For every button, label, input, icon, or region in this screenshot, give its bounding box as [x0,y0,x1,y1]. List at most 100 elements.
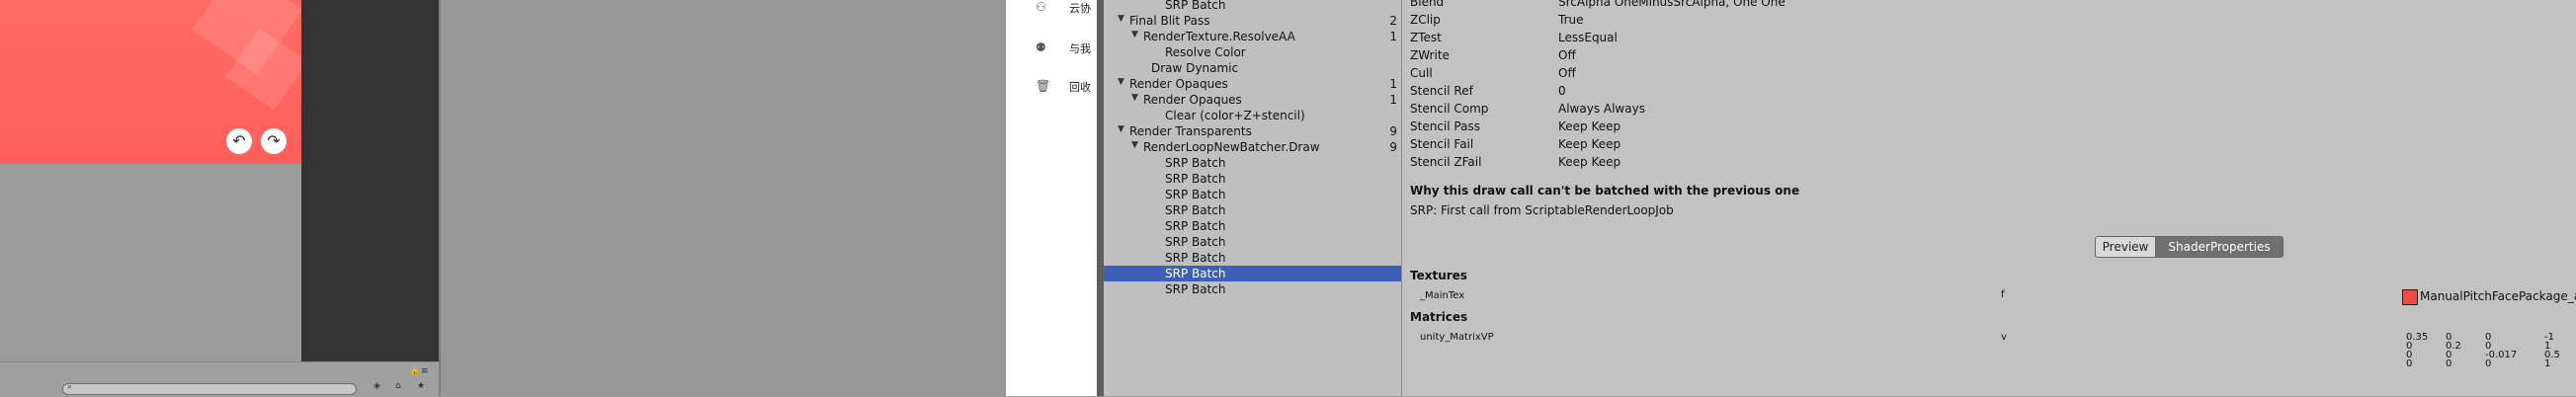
texture-thumbnail[interactable] [2402,289,2418,305]
file-item-label[interactable]: 云协 [1069,0,1091,16]
hierarchy-row-label: SRP Batch [1165,251,1226,265]
people-icon: ⚇ [1036,0,1046,14]
property-name: Stencil Comp [1410,102,1489,116]
hierarchy-row[interactable]: ▼ Render Opaques 1 [1104,92,1401,108]
tab-preview[interactable]: Preview [2095,236,2156,258]
property-value: True [1558,13,1584,27]
matrix-cell: 0 [2406,358,2413,369]
undo-button[interactable]: ↶ [226,128,252,154]
tab-shader-properties[interactable]: ShaderProperties [2155,236,2284,258]
property-value: Off [1558,66,1576,80]
hierarchy-row[interactable]: SRP Batch [1104,218,1401,234]
hierarchy-row-label: SRP Batch [1165,235,1226,249]
star-icon[interactable]: ★ [417,381,425,391]
expand-arrow-icon[interactable]: ▼ [1131,30,1138,40]
property-name: Stencil ZFail [1410,155,1482,169]
file-item-label[interactable]: 回收 [1069,79,1091,95]
texture-stage: f [2001,289,2005,300]
hierarchy-row[interactable]: SRP Batch [1104,187,1401,202]
hierarchy-row[interactable]: SRP Batch [1104,234,1401,250]
hierarchy-row[interactable]: Resolve Color [1104,44,1401,60]
hierarchy-row[interactable]: SRP Batch [1104,155,1401,171]
panel-edge [1097,0,1104,396]
tag-icon[interactable]: ⌂ [395,381,401,391]
property-name: ZTest [1410,31,1442,44]
batch-heading: Why this draw call can't be batched with… [1410,184,1800,198]
file-panel: ⚇ 云协 ⚉ 与我 🗑 回收 [1006,0,1097,396]
property-value: Always Always [1558,102,1645,116]
hierarchy-row-label: SRP Batch [1165,172,1226,186]
matrices-heading: Matrices [1410,310,1468,324]
hierarchy-row[interactable]: ▼ Render Transparents 9 [1104,123,1401,139]
hierarchy-row[interactable]: SRP Batch [1104,281,1401,297]
search-icon: ⌕ [67,382,73,392]
shared-user-icon: ⚉ [1036,40,1046,54]
hierarchy-row-count: 1 [1389,77,1397,91]
hierarchy-row[interactable]: SRP Batch [1104,202,1401,218]
hierarchy-row-count: 1 [1389,30,1397,43]
menu-icon[interactable]: ≡ [421,366,429,376]
hierarchy-row[interactable]: SRP Batch [1104,266,1401,281]
property-name: Stencil Pass [1410,119,1480,133]
matrix-cell: 0 [2485,358,2492,369]
hierarchy-row-label: Render Opaques [1129,77,1228,91]
hierarchy-row-label: Draw Dynamic [1151,61,1239,75]
expand-arrow-icon[interactable]: ▼ [1118,124,1124,134]
hierarchy-row-count: 1 [1389,93,1397,107]
lock-icon[interactable]: 🔒 [409,366,420,376]
property-value: Keep Keep [1558,137,1621,151]
expand-arrow-icon[interactable]: ▼ [1118,77,1124,87]
texture-name: _MainTex [1420,290,1465,301]
hierarchy-row[interactable]: ▼ RenderLoopNewBatcher.Draw 9 [1104,139,1401,155]
hierarchy-row[interactable]: ▼ Final Blit Pass 2 [1104,13,1401,29]
property-value: Keep Keep [1558,119,1621,133]
hierarchy-row[interactable]: SRP Batch [1104,250,1401,266]
property-value: 0 [1558,84,1566,98]
redo-icon: ↷ [267,131,281,150]
batch-reason: SRP: First call from ScriptableRenderLoo… [1410,203,1674,217]
redo-button[interactable]: ↷ [261,128,287,154]
hierarchy-row[interactable]: ▼ Render Opaques 1 [1104,76,1401,92]
hierarchy-row-label: SRP Batch [1165,219,1226,233]
hierarchy-row[interactable]: Draw Dynamic [1104,60,1401,76]
hierarchy-row-count: 9 [1389,124,1397,138]
property-value: Keep Keep [1558,155,1621,169]
matrix-cell: 0 [2446,358,2452,369]
hierarchy-row-label: SRP Batch [1165,282,1226,296]
hierarchy-row-label: SRP Batch [1165,156,1226,170]
hierarchy-row-label: SRP Batch [1165,267,1226,280]
expand-arrow-icon[interactable]: ▼ [1131,140,1138,150]
trash-icon: 🗑 [1036,79,1051,93]
property-value: LessEqual [1558,31,1618,44]
event-details-panel: Blend SrcAlpha OneMinusSrcAlpha, One One Z… [1402,0,2576,396]
hierarchy-row[interactable]: SRP Batch [1104,171,1401,187]
hierarchy-row[interactable]: SRP Batch [1104,0,1401,13]
property-name: Stencil Ref [1410,84,1473,98]
expand-arrow-icon[interactable]: ▼ [1118,14,1124,24]
property-value: Off [1558,48,1576,62]
hierarchy-row-label: SRP Batch [1165,203,1226,217]
game-view: ↶ ↷ [0,0,301,164]
property-value: SrcAlpha OneMinusSrcAlpha, One One [1558,0,1786,9]
file-item-label[interactable]: 与我 [1069,40,1091,56]
undo-icon: ↶ [232,131,246,150]
filter-icon[interactable]: ◈ [374,381,380,391]
texture-value[interactable]: ManualPitchFacePackage_at [2420,289,2576,303]
matrix-name: unity_MatrixVP [1420,332,1494,343]
hierarchy-row[interactable]: Clear (color+Z+stencil) [1104,108,1401,123]
hierarchy-row[interactable]: ▼ RenderTexture.ResolveAA 1 [1104,29,1401,44]
hierarchy-row-label: SRP Batch [1165,0,1226,12]
hierarchy-row-label: RenderLoopNewBatcher.Draw [1143,140,1320,154]
hierarchy-row-count: 2 [1389,14,1397,28]
property-name: Stencil Fail [1410,137,1474,151]
hierarchy-row-label: RenderTexture.ResolveAA [1143,30,1295,43]
expand-arrow-icon[interactable]: ▼ [1131,93,1138,103]
textures-heading: Textures [1410,269,1467,282]
matrix-cell: 1 [2544,358,2551,369]
frame-event-hierarchy: SRP Batch ▼ Final Blit Pass 2 ▼ RenderTexture… [1104,0,1401,396]
search-input[interactable]: ⌕ [62,382,357,395]
property-name: ZClip [1410,13,1441,27]
hierarchy-row-label: Final Blit Pass [1129,14,1210,28]
matrix-stage: v [2001,332,2007,343]
property-name: ZWrite [1410,48,1450,62]
